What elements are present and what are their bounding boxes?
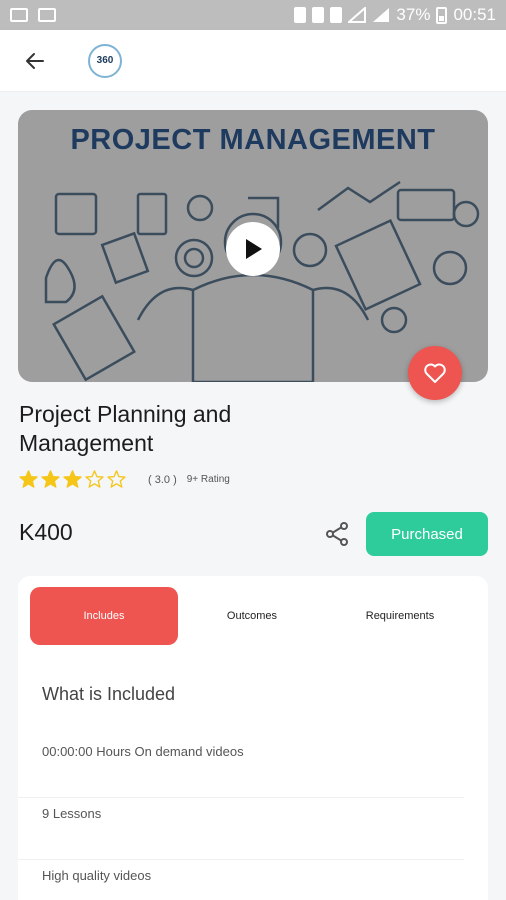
section-title: What is Included bbox=[42, 684, 176, 704]
wifi-signal-icon bbox=[348, 7, 367, 23]
app-bar: 360 bbox=[0, 30, 506, 92]
rating-score: ( 3.0 ) bbox=[148, 473, 177, 486]
battery-percent: 37% bbox=[396, 5, 431, 24]
favorite-button[interactable] bbox=[408, 346, 462, 400]
tab-requirements[interactable]: Requirements bbox=[326, 587, 474, 645]
app-logo: 360 bbox=[88, 43, 122, 78]
tab-includes[interactable]: Includes bbox=[30, 587, 178, 645]
heart-icon bbox=[424, 363, 446, 383]
list-item: High quality videos bbox=[42, 868, 152, 883]
sync-icon bbox=[312, 7, 325, 23]
course-title: Project Planning and Management bbox=[19, 401, 232, 456]
battery-icon bbox=[436, 6, 448, 24]
star-empty-icon bbox=[85, 470, 104, 488]
arrow-left-icon bbox=[26, 52, 44, 69]
course-price: K400 bbox=[19, 519, 73, 545]
details-tabs: Includes Outcomes Requirements bbox=[30, 587, 476, 645]
clock: 00:51 bbox=[453, 5, 496, 24]
star-filled-icon bbox=[63, 470, 82, 488]
message-notification-icon bbox=[38, 8, 56, 22]
nfc-icon bbox=[330, 7, 343, 23]
purchased-button[interactable]: Purchased bbox=[366, 512, 488, 556]
alarm-icon bbox=[294, 7, 307, 23]
course-rating: ( 3.0 ) 9+ Rating bbox=[19, 470, 230, 489]
back-button[interactable] bbox=[10, 36, 60, 86]
gallery-notification-icon bbox=[10, 8, 28, 22]
cell-signal-icon bbox=[373, 8, 390, 22]
tab-outcomes[interactable]: Outcomes bbox=[178, 587, 326, 645]
play-button[interactable] bbox=[226, 222, 280, 276]
share-button[interactable] bbox=[321, 518, 353, 550]
list-item: 9 Lessons bbox=[18, 798, 464, 860]
star-empty-icon bbox=[107, 470, 126, 488]
rating-count: 9+ Rating bbox=[186, 474, 230, 485]
play-icon bbox=[246, 239, 262, 259]
includes-list: 00:00:00 Hours On demand videos 9 Lesson… bbox=[18, 736, 488, 900]
course-details-card: Includes Outcomes Requirements What is I… bbox=[18, 576, 488, 900]
list-item: 00:00:00 Hours On demand videos bbox=[18, 736, 464, 798]
status-bar: 37% 00:51 bbox=[0, 0, 506, 30]
star-filled-icon bbox=[19, 470, 38, 488]
share-icon bbox=[326, 522, 348, 546]
star-rating bbox=[19, 470, 126, 489]
star-filled-icon bbox=[41, 470, 60, 488]
course-video-thumbnail[interactable]: PROJECT MANAGEMENT bbox=[18, 110, 488, 382]
